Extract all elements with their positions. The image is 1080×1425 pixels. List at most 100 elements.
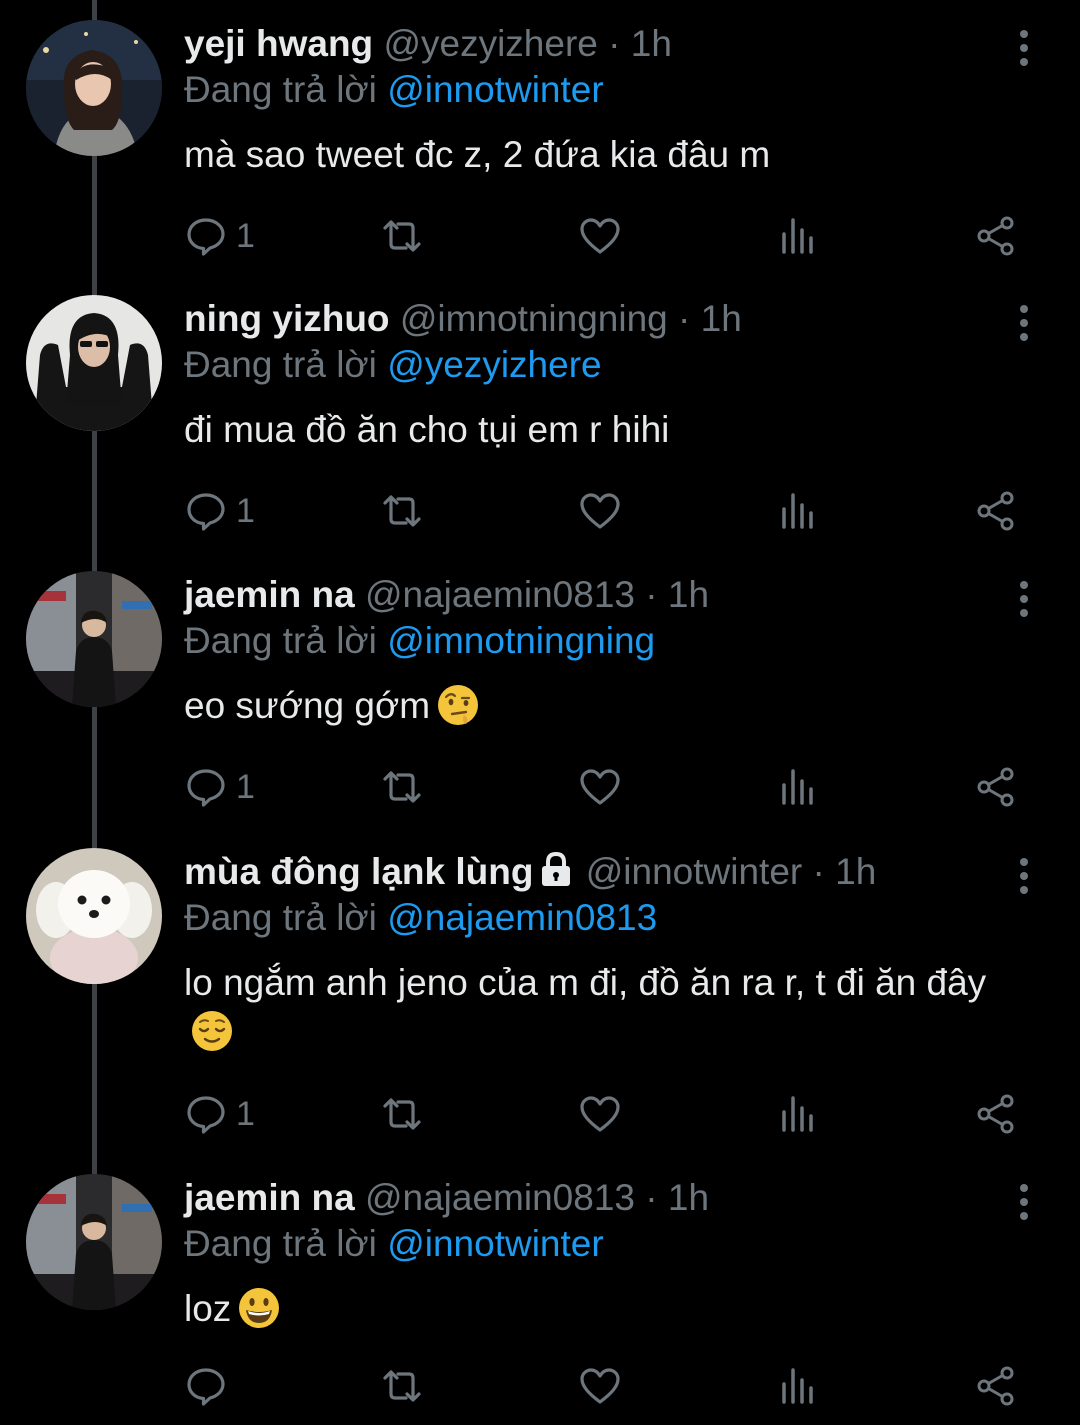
like-button[interactable]	[578, 761, 622, 813]
share-button[interactable]	[974, 1088, 1018, 1140]
reply-button[interactable]: 1	[184, 210, 255, 262]
replying-to: Đang trả lời @najaemin0813	[184, 896, 657, 940]
more-options-icon[interactable]	[1004, 28, 1044, 68]
user-handle[interactable]: @innotwinter	[586, 851, 803, 892]
replying-to-label: Đang trả lời	[184, 69, 377, 110]
replying-to-label: Đang trả lời	[184, 620, 377, 661]
display-name[interactable]: jaemin na	[184, 1177, 355, 1218]
share-button[interactable]	[974, 1360, 1018, 1412]
profile-photo-white-puppy	[26, 848, 162, 984]
avatar[interactable]	[26, 848, 162, 984]
heart-icon	[580, 1368, 620, 1404]
reply-button[interactable]: 1	[184, 1088, 255, 1140]
timestamp[interactable]: 1h	[631, 23, 672, 64]
heart-icon	[580, 493, 620, 529]
reply-icon	[187, 1368, 225, 1406]
replying-to-handle[interactable]: @yezyizhere	[387, 344, 601, 385]
reply-count: 1	[236, 1095, 255, 1133]
grinning-face-emoji	[239, 1288, 280, 1328]
retweet-icon	[383, 771, 421, 803]
user-handle[interactable]: @imnotningning	[400, 298, 668, 339]
profile-photo-girl-dark-background	[26, 20, 162, 156]
views-button[interactable]	[776, 761, 820, 813]
tweet-text: đi mua đồ ăn cho tụi em r hihi	[184, 405, 1004, 454]
like-button[interactable]	[578, 1088, 622, 1140]
reply-count: 1	[236, 492, 255, 530]
retweet-icon	[383, 1098, 421, 1130]
replying-to: Đang trả lời @imnotningning	[184, 619, 655, 663]
separator-dot: ·	[645, 1177, 658, 1218]
retweet-icon	[383, 495, 421, 527]
views-button[interactable]	[776, 210, 820, 262]
user-handle[interactable]: @najaemin0813	[365, 574, 635, 615]
reply-icon	[187, 769, 225, 807]
replying-to: Đang trả lời @innotwinter	[184, 1222, 604, 1266]
face-with-raised-eyebrow-emoji	[438, 685, 479, 725]
lock-icon	[542, 851, 571, 886]
share-icon	[977, 767, 1014, 807]
more-options-icon[interactable]	[1004, 856, 1044, 896]
views-button[interactable]	[776, 485, 820, 537]
reply-icon	[187, 1096, 225, 1134]
avatar[interactable]	[26, 20, 162, 156]
share-button[interactable]	[974, 485, 1018, 537]
retweet-button[interactable]	[380, 210, 424, 262]
timestamp[interactable]: 1h	[668, 1177, 709, 1218]
retweet-button[interactable]	[380, 761, 424, 813]
action-bar: 1	[184, 210, 1044, 262]
more-options-icon[interactable]	[1004, 303, 1044, 343]
tweet-header: ning yizhuo @imnotningning · 1h	[184, 297, 742, 341]
display-name[interactable]: mùa đông lạnk lùng	[184, 851, 533, 892]
share-icon	[977, 1366, 1014, 1406]
replying-to: Đang trả lời @yezyizhere	[184, 343, 602, 387]
tweet-text: loz	[184, 1284, 1004, 1333]
action-bar: 1	[184, 485, 1044, 537]
replying-to-handle[interactable]: @innotwinter	[387, 69, 604, 110]
display-name[interactable]: ning yizhuo	[184, 298, 390, 339]
reply-icon	[187, 218, 225, 256]
views-button[interactable]	[776, 1360, 820, 1412]
replying-to-handle[interactable]: @imnotningning	[387, 620, 655, 661]
analytics-icon	[782, 1368, 813, 1404]
reply-button[interactable]	[184, 1360, 236, 1412]
retweet-button[interactable]	[380, 1088, 424, 1140]
display-name[interactable]: jaemin na	[184, 574, 355, 615]
retweet-button[interactable]	[380, 1360, 424, 1412]
replying-to-label: Đang trả lời	[184, 1223, 377, 1264]
timestamp[interactable]: 1h	[701, 298, 742, 339]
more-options-icon[interactable]	[1004, 579, 1044, 619]
retweet-icon	[383, 1370, 421, 1402]
tweet-header: yeji hwang @yezyizhere · 1h	[184, 22, 672, 66]
action-bar: 1	[184, 1088, 1044, 1140]
profile-photo-man-street	[26, 571, 162, 707]
replying-to-handle[interactable]: @najaemin0813	[387, 897, 657, 938]
heart-icon	[580, 769, 620, 805]
avatar[interactable]	[26, 295, 162, 431]
like-button[interactable]	[578, 485, 622, 537]
tweet-text-content: đi mua đồ ăn cho tụi em r hihi	[184, 409, 670, 450]
views-button[interactable]	[776, 1088, 820, 1140]
avatar[interactable]	[26, 571, 162, 707]
timestamp[interactable]: 1h	[835, 851, 876, 892]
reply-button[interactable]: 1	[184, 485, 255, 537]
user-handle[interactable]: @yezyizhere	[383, 23, 597, 64]
share-button[interactable]	[974, 761, 1018, 813]
heart-icon	[580, 1096, 620, 1132]
reply-button[interactable]: 1	[184, 761, 255, 813]
like-button[interactable]	[578, 1360, 622, 1412]
retweet-button[interactable]	[380, 485, 424, 537]
more-options-icon[interactable]	[1004, 1182, 1044, 1222]
like-button[interactable]	[578, 210, 622, 262]
separator-dot: ·	[678, 298, 691, 339]
reply-icon	[187, 493, 225, 531]
profile-photo-man-street	[26, 1174, 162, 1310]
share-button[interactable]	[974, 210, 1018, 262]
timestamp[interactable]: 1h	[668, 574, 709, 615]
user-handle[interactable]: @najaemin0813	[365, 1177, 635, 1218]
display-name[interactable]: yeji hwang	[184, 23, 373, 64]
tweet-text-content: eo sướng gớm	[184, 685, 431, 726]
avatar[interactable]	[26, 1174, 162, 1310]
replying-to-handle[interactable]: @innotwinter	[387, 1223, 604, 1264]
tweet-header: jaemin na @najaemin0813 · 1h	[184, 573, 709, 617]
analytics-icon	[782, 218, 813, 254]
